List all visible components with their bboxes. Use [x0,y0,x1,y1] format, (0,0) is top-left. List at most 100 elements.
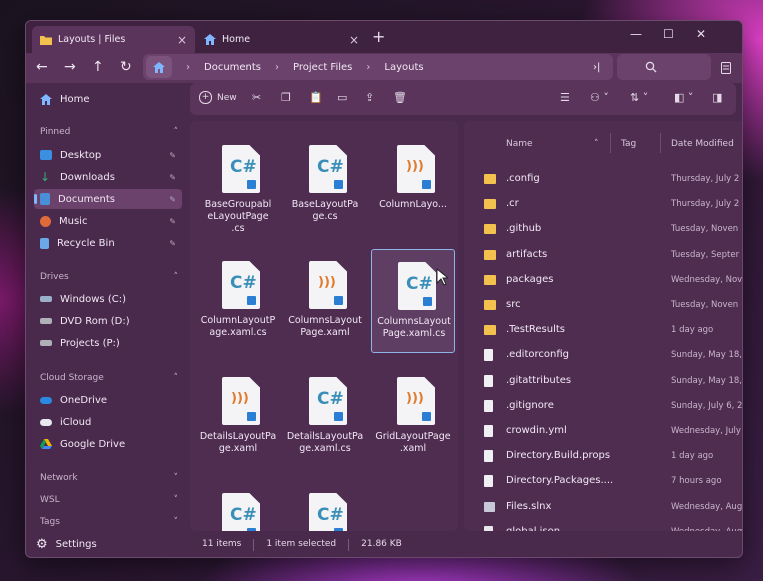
file-tile[interactable]: C# BaseLayoutPa ge.cs [283,133,367,237]
file-tile[interactable]: ))) DetailsLayoutPa ge.xaml [196,365,280,469]
section-wsl[interactable]: WSL [40,495,60,505]
chevron-up-icon[interactable]: ˄ [174,272,179,282]
table-row[interactable]: packages Wednesday, Nov [464,268,742,293]
column-header-name[interactable]: Name [506,139,533,149]
pin-icon[interactable]: ✎ [169,151,176,160]
file-tile[interactable]: C# ColumnLayoutP age.xaml.cs [196,249,280,353]
file-tile[interactable]: C# [196,481,280,531]
sidebar-item-label: Music [59,215,88,227]
row-name: src [506,299,521,310]
column-divider[interactable] [660,133,661,153]
paste-button[interactable]: 📋 [309,91,323,104]
sidebar-item-icloud[interactable]: iCloud [34,412,182,432]
pin-icon[interactable]: ✎ [169,217,176,226]
chevron-down-icon[interactable]: ˅ [174,495,179,505]
tab-layouts[interactable]: Layouts | Files × [32,26,195,53]
maximize-button[interactable]: ☐ [663,27,674,41]
sidebar-item-recycle-bin[interactable]: Recycle Bin ✎ [34,233,182,253]
new-button[interactable]: + New [199,91,237,104]
sidebar-item-windows-c[interactable]: Windows (C:) [34,289,182,309]
copy-button[interactable]: ❐ [281,91,291,104]
breadcrumb-project-files[interactable]: Project Files [293,62,352,73]
chevron-down-icon[interactable]: ˅ [174,473,179,483]
rename-button[interactable]: ▭ [337,91,347,104]
table-row[interactable]: Directory.Packages.... 7 hours ago [464,469,742,494]
table-row[interactable]: .editorconfig Sunday, May 18, [464,343,742,368]
table-row[interactable]: src Tuesday, Noven [464,293,742,318]
sidebar-item-projects-p[interactable]: Projects (P:) [34,333,182,353]
address-bar[interactable]: › Documents › Project Files › Layouts ›| [143,54,613,80]
tab-home[interactable]: Home × [196,26,359,53]
close-tab-icon[interactable]: × [177,33,187,47]
group-button[interactable]: ⚇ ˅ [590,91,609,104]
expand-path-icon[interactable]: ›| [593,62,600,73]
table-row[interactable]: crowdin.yml Wednesday, July [464,419,742,444]
pin-icon[interactable]: ✎ [169,239,176,248]
sort-ascending-icon[interactable]: ˄ [594,139,599,149]
details-view-pane[interactable]: Name ˄ Tag Date Modified .config Thursday… [464,121,742,531]
minimize-button[interactable]: — [630,27,642,41]
file-tile[interactable]: C# ColumnsLayout Page.xaml.cs [371,249,455,353]
table-row[interactable]: .config Thursday, July 2 [464,167,742,192]
file-tile[interactable]: C# BaseGroupabl eLayoutPage .cs [196,133,280,237]
csharp-glyph-icon: C# [230,273,257,293]
sidebar-item-desktop[interactable]: Desktop ✎ [34,145,182,165]
sidebar-item-google-drive[interactable]: Google Drive [34,434,182,454]
forward-button[interactable]: → [64,59,76,75]
filter-button[interactable]: ☰ [560,91,570,104]
new-tab-button[interactable]: + [372,27,385,46]
folder-icon [484,174,496,184]
back-button[interactable]: ← [36,59,48,75]
grid-view-pane[interactable]: C# BaseGroupabl eLayoutPage .cs C# BaseLayout… [190,121,458,531]
share-button[interactable]: ⇪ [365,91,374,104]
file-icon [484,475,493,488]
column-divider[interactable] [610,133,611,153]
pin-icon[interactable]: ✎ [169,195,176,204]
breadcrumb-documents[interactable]: Documents [204,62,261,73]
up-button[interactable]: ↑ [92,59,104,75]
file-tile[interactable]: ))) ColumnsLayout Page.xaml [283,249,367,353]
sidebar-item-dvd-rom[interactable]: DVD Rom (D:) [34,311,182,331]
file-tile[interactable]: C# [283,481,367,531]
table-row[interactable]: Files.slnx Wednesday, Aug [464,495,742,520]
table-row[interactable]: .gitignore Sunday, July 6, 2 [464,394,742,419]
file-tile[interactable]: C# DetailsLayoutPa ge.xaml.cs [283,365,367,469]
shelf-icon[interactable] [721,62,731,74]
table-row[interactable]: .TestResults 1 day ago [464,318,742,343]
sidebar-item-downloads[interactable]: ↓ Downloads ✎ [34,167,182,187]
chevron-up-icon[interactable]: ˄ [174,127,179,137]
table-row[interactable]: .github Tuesday, Noven [464,217,742,242]
section-tags[interactable]: Tags [40,517,60,527]
column-header-tag[interactable]: Tag [621,139,636,149]
delete-button[interactable]: 🗑 [393,91,407,104]
section-network[interactable]: Network [40,473,78,483]
file-tile[interactable]: ))) ColumnLayo... [371,133,455,237]
sidebar-item-home[interactable]: Home [34,89,182,109]
sidebar-item-documents[interactable]: Documents ✎ [34,189,182,209]
chevron-up-icon[interactable]: ˄ [174,373,179,383]
cut-button[interactable]: ✂ [252,91,261,104]
breadcrumb-layouts[interactable]: Layouts [384,62,423,73]
refresh-button[interactable]: ↻ [120,59,132,75]
close-window-button[interactable]: ✕ [696,27,706,41]
table-row[interactable]: .gitattributes Sunday, May 18, [464,369,742,394]
sidebar-item-music[interactable]: Music ✎ [34,211,182,231]
home-crumb[interactable] [146,56,172,78]
file-tile[interactable]: ))) GridLayoutPage .xaml [371,365,455,469]
chevron-down-icon[interactable]: ˅ [174,517,179,527]
search-box[interactable] [617,54,711,80]
vscode-badge-icon [247,528,256,531]
settings-button[interactable]: ⚙ Settings [36,537,97,552]
table-row[interactable]: .cr Thursday, July 2 [464,192,742,217]
close-tab-icon[interactable]: × [349,33,359,47]
toggle-pane-button[interactable]: ◨ [712,91,722,104]
table-row[interactable]: Directory.Build.props 1 day ago [464,444,742,469]
sort-button[interactable]: ⇅ ˅ [630,91,648,104]
sidebar-item-onedrive[interactable]: OneDrive [34,390,182,410]
row-name: packages [506,273,554,285]
layout-button[interactable]: ◧ ˅ [674,91,693,104]
pin-icon[interactable]: ✎ [169,173,176,182]
column-header-date-modified[interactable]: Date Modified [671,139,734,149]
table-row[interactable]: artifacts Tuesday, Septer [464,243,742,268]
table-row[interactable]: global.json Wednesday, Aug [464,520,742,531]
